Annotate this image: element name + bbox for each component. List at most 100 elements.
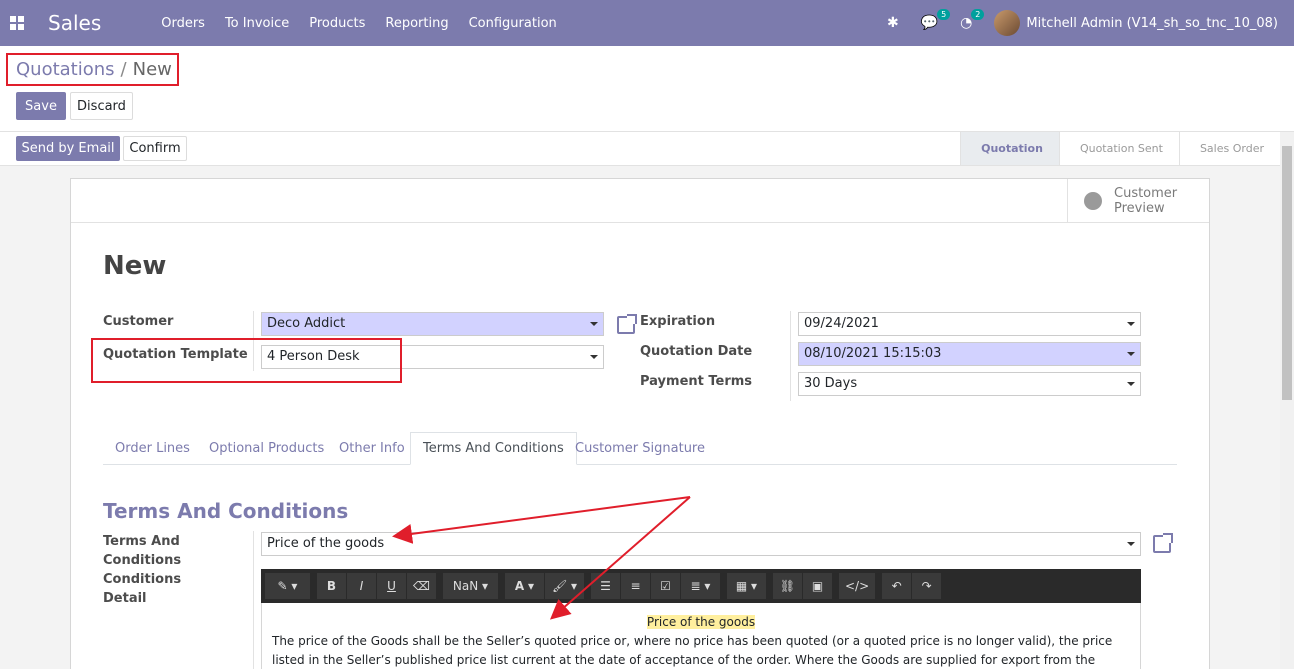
stage-quotation-sent[interactable]: Quotation Sent xyxy=(1058,132,1179,165)
editor-heading: Price of the goods xyxy=(272,613,1130,632)
terms-section-title: Terms And Conditions xyxy=(103,499,349,523)
scrollbar-thumb[interactable] xyxy=(1282,146,1292,400)
tab-order-lines[interactable]: Order Lines xyxy=(103,432,202,465)
link-icon[interactable]: ⛓ xyxy=(773,573,803,599)
discard-button[interactable]: Discard xyxy=(70,92,133,120)
chevron-down-icon xyxy=(1127,352,1135,356)
tab-customer-signature[interactable]: Customer Signature xyxy=(563,432,717,465)
toolbar-group-font-size: NaN ▾ xyxy=(443,573,499,599)
button-box: Customer Preview xyxy=(71,179,1209,223)
activities-icon[interactable]: ◔ 2 xyxy=(960,9,985,31)
redo-icon[interactable]: ↷ xyxy=(912,573,943,599)
align-icon[interactable]: ≣ ▾ xyxy=(681,573,721,599)
paint-brush-icon[interactable]: 🖌 ▾ xyxy=(545,573,585,599)
checklist-icon[interactable]: ☑ xyxy=(651,573,681,599)
control-panel: Quotations / New Save Discard xyxy=(0,46,1294,132)
payment-terms-value: 30 Days xyxy=(804,376,858,391)
notebook-tabs: Order Lines Optional Products Other Info… xyxy=(103,432,1177,465)
terms-editor[interactable]: Price of the goods The price of the Good… xyxy=(261,603,1141,669)
magic-wand-icon[interactable]: ✎ ▾ xyxy=(265,573,311,599)
toolbar-group-table: ▦ ▾ xyxy=(727,573,767,599)
italic-icon[interactable]: I xyxy=(347,573,377,599)
record-title: New xyxy=(103,251,167,281)
send-by-email-button[interactable]: Send by Email xyxy=(16,136,120,161)
external-link-icon[interactable] xyxy=(617,314,637,334)
page-scrollbar[interactable] xyxy=(1280,132,1294,669)
menu-item-orders[interactable]: Orders xyxy=(161,16,205,31)
table-icon[interactable]: ▦ ▾ xyxy=(727,573,767,599)
undo-icon[interactable]: ↶ xyxy=(882,573,913,599)
chevron-down-icon xyxy=(1127,542,1135,546)
menu-item-products[interactable]: Products xyxy=(309,16,365,31)
chevron-down-icon xyxy=(1127,382,1135,386)
stage-sales-order[interactable]: Sales Order xyxy=(1178,132,1280,165)
breadcrumb-highlight-box xyxy=(6,53,179,86)
toolbar-group-code: </> xyxy=(839,573,877,599)
toolbar-group-lists: ☰ ≡ ☑ ≣ ▾ xyxy=(591,573,721,599)
globe-icon xyxy=(1084,191,1102,210)
statusbar: Send by Email Confirm Quotation Quotatio… xyxy=(0,132,1280,166)
app-brand[interactable]: Sales xyxy=(48,11,101,35)
save-button[interactable]: Save xyxy=(16,92,66,120)
customer-preview-button[interactable]: Customer Preview xyxy=(1067,179,1209,222)
stage-quotation[interactable]: Quotation xyxy=(960,132,1059,165)
payment-terms-label: Payment Terms xyxy=(640,374,753,389)
menu-item-configuration[interactable]: Configuration xyxy=(469,16,557,31)
messages-badge: 5 xyxy=(937,9,951,20)
bullet-list-icon[interactable]: ☰ xyxy=(591,573,621,599)
tab-terms-and-conditions[interactable]: Terms And Conditions xyxy=(410,432,577,465)
font-color-icon[interactable]: A ▾ xyxy=(505,573,545,599)
avatar[interactable] xyxy=(994,10,1021,36)
chevron-down-icon xyxy=(1127,322,1135,326)
menu-item-reporting[interactable]: Reporting xyxy=(385,16,448,31)
chevron-down-icon xyxy=(590,322,598,326)
code-view-icon[interactable]: </> xyxy=(839,573,877,599)
image-icon[interactable]: ▣ xyxy=(803,573,833,599)
messages-icon[interactable]: 💬 5 xyxy=(921,9,951,31)
label-divider xyxy=(790,311,791,401)
stage-pipeline: Quotation Quotation Sent Sales Order xyxy=(960,132,1280,165)
toolbar-group-color: A ▾ 🖌 ▾ xyxy=(505,573,585,599)
underline-icon[interactable]: U xyxy=(377,573,407,599)
toolbar-group-format: B I U ⌫ xyxy=(317,573,437,599)
top-navbar: Sales Orders To Invoice Products Reporti… xyxy=(0,0,1294,46)
expiration-field[interactable]: 09/24/2021 xyxy=(798,312,1141,336)
eraser-icon[interactable]: ⌫ xyxy=(407,573,437,599)
quotation-date-field[interactable]: 08/10/2021 15:15:03 xyxy=(798,342,1141,366)
external-link-icon[interactable] xyxy=(1153,533,1173,553)
payment-terms-field[interactable]: 30 Days xyxy=(798,372,1141,396)
label-divider xyxy=(253,531,254,669)
navbar-right: ✱ 💬 5 ◔ 2 Mitchell Admin (V14_sh_so_tnc_10… xyxy=(887,0,1278,46)
expiration-value: 09/24/2021 xyxy=(804,316,879,331)
toolbar-group-media: ⛓ ▣ xyxy=(773,573,833,599)
form-sheet: Customer Preview New Customer Deco Addic… xyxy=(70,178,1210,669)
font-size-value: NaN xyxy=(452,579,479,593)
chevron-down-icon xyxy=(590,355,598,359)
font-size-dropdown[interactable]: NaN ▾ xyxy=(443,573,499,599)
terms-select-field[interactable]: Price of the goods xyxy=(261,532,1141,556)
confirm-button[interactable]: Confirm xyxy=(123,136,187,161)
customer-preview-label: Customer Preview xyxy=(1114,185,1178,216)
customer-label: Customer xyxy=(103,314,174,329)
quotation-date-value: 08/10/2021 15:15:03 xyxy=(804,346,942,361)
main-menu: Orders To Invoice Products Reporting Con… xyxy=(161,16,577,31)
customer-field[interactable]: Deco Addict xyxy=(261,312,604,336)
editor-heading-text: Price of the goods xyxy=(646,615,756,629)
editor-paragraph: The price of the Goods shall be the Sell… xyxy=(272,634,1113,667)
terms-select-value: Price of the goods xyxy=(267,536,385,551)
apps-menu-icon[interactable] xyxy=(10,16,24,30)
tab-optional-products[interactable]: Optional Products xyxy=(197,432,336,465)
toolbar-group-style: ✎ ▾ xyxy=(265,573,311,599)
user-name[interactable]: Mitchell Admin (V14_sh_so_tnc_10_08) xyxy=(1026,16,1278,31)
bold-icon[interactable]: B xyxy=(317,573,347,599)
tab-other-info[interactable]: Other Info xyxy=(327,432,417,465)
activities-badge: 2 xyxy=(971,9,985,20)
numbered-list-icon[interactable]: ≡ xyxy=(621,573,651,599)
menu-item-to-invoice[interactable]: To Invoice xyxy=(225,16,289,31)
bug-icon[interactable]: ✱ xyxy=(887,15,899,31)
customer-value: Deco Addict xyxy=(267,316,346,331)
template-highlight-box xyxy=(91,338,402,383)
toolbar-group-history: ↶ ↷ xyxy=(882,573,943,599)
expiration-label: Expiration xyxy=(640,314,716,329)
editor-toolbar: ✎ ▾ B I U ⌫ NaN ▾ A ▾ 🖌 ▾ ☰ ≡ ☑ ≣ ▾ ▦ ▾ … xyxy=(261,569,1141,603)
